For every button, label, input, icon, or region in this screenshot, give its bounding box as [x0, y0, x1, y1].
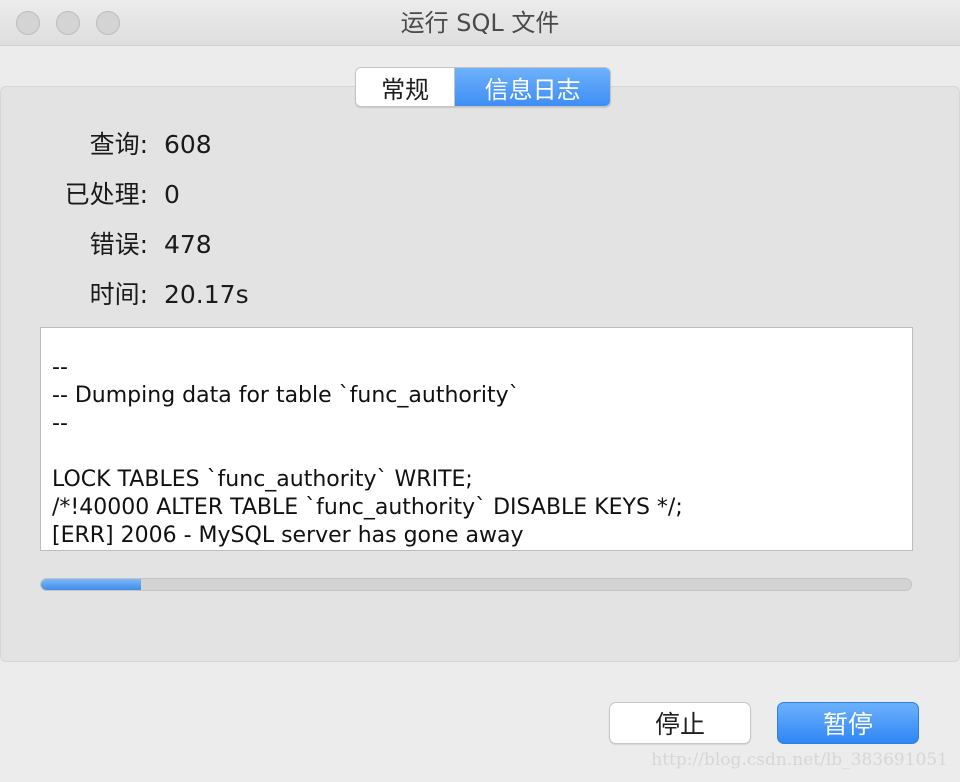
- stat-processed-value: 0: [164, 180, 180, 209]
- title-bar: 运行 SQL 文件: [0, 0, 960, 46]
- stat-queries-label: 查询:: [89, 130, 148, 159]
- log-line: --: [52, 355, 68, 380]
- stat-processed-label: 已处理:: [64, 180, 148, 209]
- log-output[interactable]: -- -- Dumping data for table `func_autho…: [40, 327, 913, 551]
- stat-time-value: 20.17s: [164, 280, 249, 309]
- stat-time-label: 时间:: [89, 280, 148, 309]
- stat-errors-label: 错误:: [89, 230, 148, 259]
- log-line: --: [52, 411, 68, 436]
- stat-time: 时间: 20.17s: [0, 278, 960, 312]
- watermark-text: http://blog.csdn.net/lb_383691051: [651, 750, 948, 770]
- pause-button[interactable]: 暂停: [777, 702, 919, 744]
- run-sql-file-window: 运行 SQL 文件 常规 信息日志 查询: 608 已处理: 0 错误: 478…: [0, 0, 960, 782]
- tab-bar: 常规 信息日志: [355, 67, 611, 107]
- stat-errors: 错误: 478: [0, 228, 960, 262]
- tab-general[interactable]: 常规: [356, 68, 456, 106]
- stat-errors-value: 478: [164, 230, 212, 259]
- stop-button[interactable]: 停止: [609, 702, 751, 744]
- log-line: [ERR] 2006 - MySQL server has gone away: [52, 523, 524, 548]
- log-line: /*!40000 ALTER TABLE `func_authority` DI…: [52, 495, 683, 520]
- window-title: 运行 SQL 文件: [400, 9, 560, 37]
- progress-bar-fill: [41, 579, 142, 590]
- stat-processed: 已处理: 0: [0, 178, 960, 212]
- log-line: LOCK TABLES `func_authority` WRITE;: [52, 467, 473, 492]
- log-line: -- Dumping data for table `func_authorit…: [52, 383, 520, 408]
- stat-queries: 查询: 608: [0, 128, 960, 162]
- tab-info-log[interactable]: 信息日志: [455, 68, 610, 106]
- stat-queries-value: 608: [164, 130, 212, 159]
- progress-bar: [40, 578, 912, 591]
